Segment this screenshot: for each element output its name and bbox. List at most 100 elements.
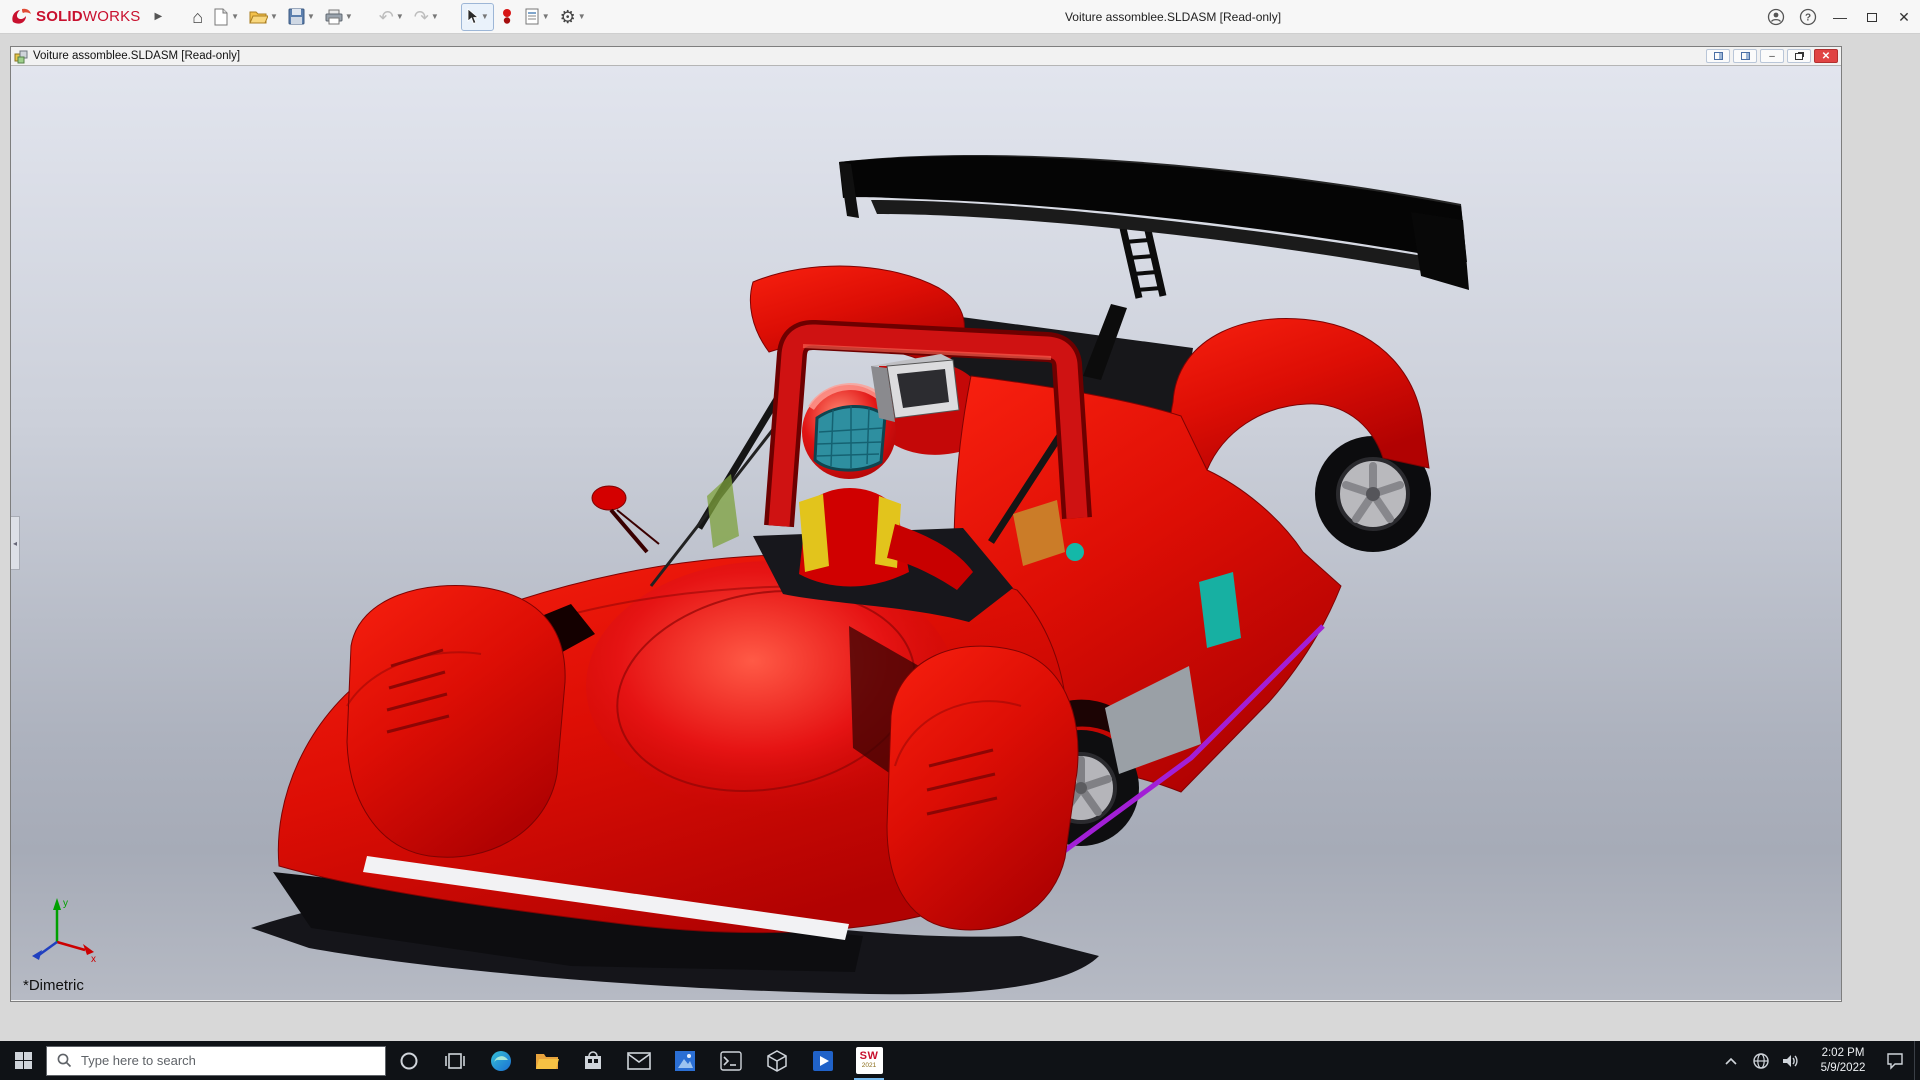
quick-access-toolbar: ⌂ ▼ ▼ ▼ ▼ (188, 3, 590, 31)
car-model (251, 155, 1469, 994)
taskbar-icon-solidworks[interactable]: SW 2021 (846, 1041, 892, 1080)
dropdown-caret-icon[interactable]: ▼ (396, 12, 404, 21)
search-icon (57, 1053, 72, 1068)
undo-button[interactable]: ↶▼ (375, 3, 408, 31)
sheet-properties-button[interactable]: ▼ (520, 3, 554, 31)
document-title: Voiture assomblee.SLDASM [Read-only] (33, 50, 240, 62)
solidworks-logo-icon (10, 7, 32, 27)
dropdown-caret-icon[interactable]: ▼ (578, 12, 586, 21)
dock-pane-button[interactable] (1706, 49, 1730, 63)
select-tool-button[interactable]: ▼ (461, 3, 494, 31)
task-view-icon (445, 1052, 465, 1070)
account-icon (1767, 8, 1785, 26)
taskbar-icon-mail[interactable] (616, 1041, 662, 1080)
taskbar-icon-console[interactable] (708, 1041, 754, 1080)
taskbar-icon-media[interactable] (800, 1041, 846, 1080)
doc-minimize-button[interactable]: – (1760, 49, 1784, 63)
console-icon (720, 1051, 742, 1071)
open-folder-icon (249, 9, 268, 25)
taskbar-icon-photos[interactable] (662, 1041, 708, 1080)
volume-button[interactable] (1776, 1041, 1806, 1080)
search-input[interactable] (81, 1053, 361, 1068)
taskbar-clock[interactable]: 2:02 PM 5/9/2022 (1806, 1046, 1880, 1076)
notifications-button[interactable] (1880, 1041, 1910, 1080)
appearances-button[interactable] (496, 3, 518, 31)
3d-scene: x y (11, 66, 1841, 999)
task-view-button[interactable] (432, 1041, 478, 1080)
doc-restore-button[interactable] (1787, 49, 1811, 63)
print-button[interactable]: ▼ (321, 3, 357, 31)
redo-button[interactable]: ↷▼ (410, 3, 443, 31)
feature-panel-collapse-tab[interactable]: ◂ (11, 516, 20, 570)
dropdown-caret-icon[interactable]: ▼ (345, 12, 353, 21)
brand-text: SOLIDWORKS (36, 8, 141, 25)
svg-text:?: ? (1805, 13, 1811, 24)
graphics-viewport[interactable]: x y ◂ *Dimetric (11, 66, 1841, 1000)
close-button[interactable]: ✕ (1888, 0, 1920, 34)
tray-expand-button[interactable] (1716, 1041, 1746, 1080)
cube-3d-icon (766, 1050, 788, 1072)
dropdown-caret-icon[interactable]: ▼ (481, 12, 489, 21)
taskbar-icon-store[interactable] (570, 1041, 616, 1080)
pane-icon (1741, 52, 1750, 60)
dropdown-caret-icon[interactable]: ▼ (307, 12, 315, 21)
help-button[interactable]: ? (1792, 0, 1824, 34)
taskbar-icon-edge[interactable] (478, 1041, 524, 1080)
system-tray: 2:02 PM 5/9/2022 (1716, 1041, 1920, 1080)
print-icon (325, 9, 343, 25)
chevron-up-icon (1725, 1057, 1737, 1065)
document-window-buttons: – ✕ (1706, 49, 1838, 63)
new-document-icon (213, 8, 229, 26)
photos-icon (674, 1050, 696, 1072)
minimize-button[interactable]: — (1824, 0, 1856, 34)
open-button[interactable]: ▼ (245, 3, 282, 31)
network-globe-icon (1752, 1052, 1770, 1070)
speaker-icon (1782, 1053, 1800, 1069)
taskbar-icon-3d-viewer[interactable] (754, 1041, 800, 1080)
start-button[interactable] (0, 1041, 46, 1080)
mail-icon (627, 1052, 651, 1070)
clock-time: 2:02 PM (1806, 1046, 1880, 1061)
account-button[interactable] (1760, 0, 1792, 34)
restore-icon (1867, 13, 1877, 22)
orientation-triad[interactable]: x y (32, 898, 96, 965)
dropdown-caret-icon[interactable]: ▼ (231, 12, 239, 21)
solidworks-app-icon: SW 2021 (856, 1047, 883, 1074)
document-window: Voiture assomblee.SLDASM [Read-only] – ✕ (10, 46, 1842, 1002)
file-explorer-icon (535, 1051, 559, 1071)
menu-expand-arrow[interactable]: ▶ (155, 11, 163, 22)
split-pane-button[interactable] (1733, 49, 1757, 63)
save-button[interactable]: ▼ (284, 3, 319, 31)
media-play-icon (812, 1050, 834, 1072)
pane-icon (1714, 52, 1723, 60)
show-desktop-button[interactable] (1914, 1041, 1920, 1080)
cortana-button[interactable] (386, 1041, 432, 1080)
save-icon (288, 8, 305, 25)
document-title-bar: Voiture assomblee.SLDASM [Read-only] – ✕ (11, 47, 1841, 66)
home-icon: ⌂ (192, 8, 203, 26)
select-cursor-icon (466, 8, 479, 25)
network-button[interactable] (1746, 1041, 1776, 1080)
doc-close-button[interactable]: ✕ (1814, 49, 1838, 63)
dropdown-caret-icon[interactable]: ▼ (431, 12, 439, 21)
store-icon (582, 1050, 604, 1072)
app-window-title: Voiture assomblee.SLDASM [Read-only] (1065, 0, 1281, 34)
solidworks-brand: SOLIDWORKS (10, 7, 141, 27)
undo-icon: ↶ (379, 8, 394, 26)
app-title-bar: SOLIDWORKS ▶ ⌂ ▼ ▼ ▼ (0, 0, 1920, 34)
dropdown-caret-icon[interactable]: ▼ (270, 12, 278, 21)
clock-date: 5/9/2022 (1806, 1061, 1880, 1076)
restore-icon (1795, 53, 1803, 60)
options-button[interactable]: ⚙▼ (556, 3, 590, 31)
assembly-document-icon (14, 49, 29, 64)
home-button[interactable]: ⌂ (188, 3, 207, 31)
triad-x-label: x (91, 954, 96, 965)
sheet-properties-icon (524, 8, 540, 25)
taskbar-icon-file-explorer[interactable] (524, 1041, 570, 1080)
taskbar-search[interactable] (46, 1046, 386, 1076)
new-document-button[interactable]: ▼ (209, 3, 243, 31)
appearance-ball-icon (500, 8, 514, 25)
maximize-button[interactable] (1856, 0, 1888, 34)
dropdown-caret-icon[interactable]: ▼ (542, 12, 550, 21)
redo-icon: ↷ (414, 8, 429, 26)
